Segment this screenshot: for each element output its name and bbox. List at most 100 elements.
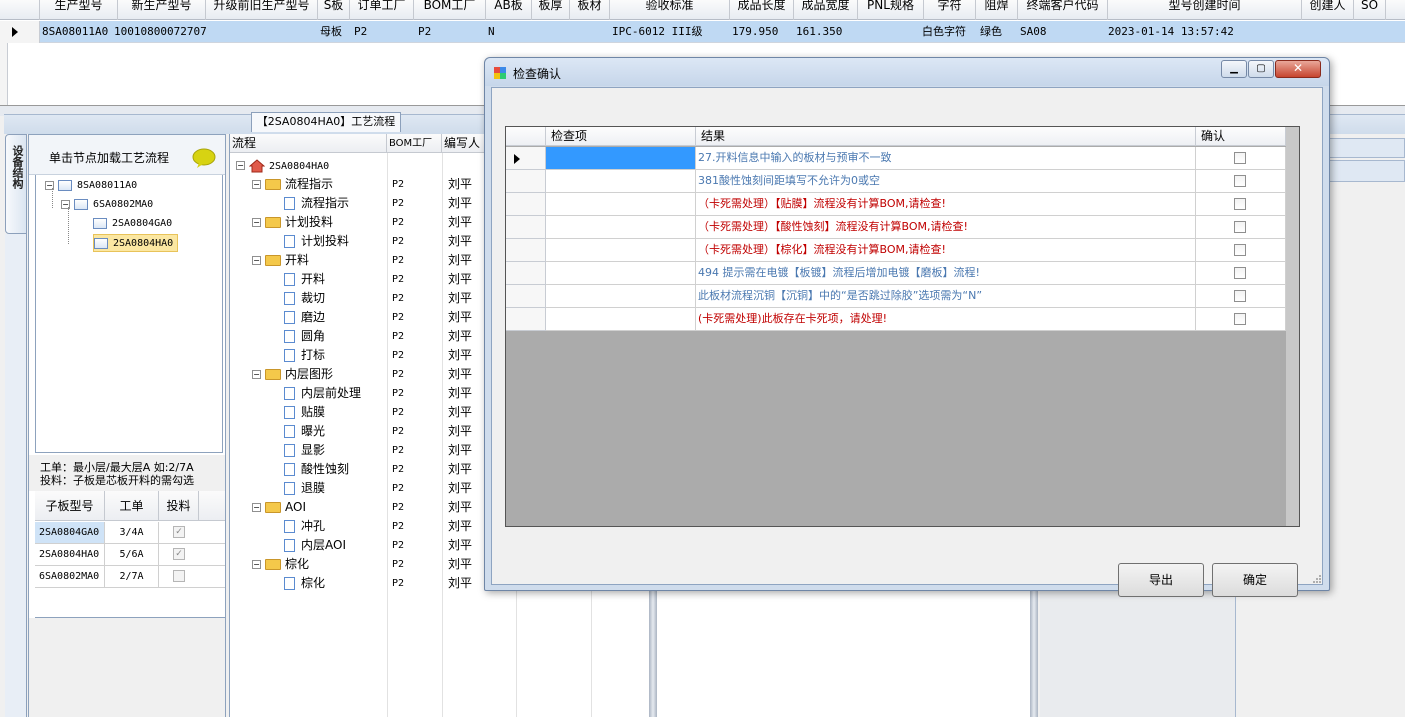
row-header[interactable]: [506, 147, 546, 170]
cell-writer[interactable]: 刘平: [448, 251, 472, 270]
tab-process-flow[interactable]: 【2SA0804HA0】工艺流程: [251, 112, 401, 132]
cell-check-item[interactable]: [546, 308, 696, 331]
cell-bom-factory[interactable]: P2: [392, 270, 404, 289]
process-node[interactable]: 贴膜: [284, 403, 325, 422]
cell-confirm[interactable]: [1196, 285, 1286, 308]
cell-confirm[interactable]: [1196, 147, 1286, 170]
col-header[interactable]: 升级前旧生产型号: [206, 0, 318, 20]
cell-sub-model[interactable]: 2SA0804GA0: [35, 522, 105, 543]
process-node[interactable]: − AOI: [252, 498, 306, 517]
feed-checkbox[interactable]: ✓: [173, 526, 185, 538]
cell-bom-factory[interactable]: P2: [392, 251, 404, 270]
process-node[interactable]: 内层AOI: [284, 536, 346, 555]
ok-button[interactable]: 确定: [1212, 563, 1298, 597]
cell-writer[interactable]: 刘平: [448, 422, 472, 441]
table-row[interactable]: 2SA0804HA0 5/6A ✓: [35, 544, 225, 566]
col-header[interactable]: S板: [318, 0, 350, 20]
cell-standard[interactable]: IPC-6012 III级: [610, 21, 730, 43]
cell-solder-mask[interactable]: 绿色: [978, 21, 1018, 43]
col-header[interactable]: 新生产型号: [118, 0, 206, 20]
cell-ab-board[interactable]: N: [486, 21, 532, 43]
col-header[interactable]: 验收标准: [610, 0, 730, 20]
cell-order-factory[interactable]: P2: [352, 21, 416, 43]
cell-writer[interactable]: 刘平: [448, 460, 472, 479]
cell-result[interactable]: （卡死需处理）【酸性蚀刻】流程没有计算BOM,请检查!: [696, 216, 1196, 239]
cell-bom-factory[interactable]: P2: [392, 460, 404, 479]
cell-check-item[interactable]: [546, 193, 696, 216]
row-header[interactable]: [506, 308, 546, 331]
row-header[interactable]: [506, 170, 546, 193]
confirm-checkbox[interactable]: [1234, 290, 1246, 302]
row-header[interactable]: [506, 262, 546, 285]
process-node[interactable]: − 计划投料: [252, 213, 333, 232]
collapse-icon[interactable]: −: [236, 161, 245, 170]
cell-sub-model[interactable]: 6SA0802MA0: [35, 566, 105, 587]
cell-writer[interactable]: 刘平: [448, 194, 472, 213]
process-node[interactable]: − 流程指示: [252, 175, 333, 194]
dialog-titlebar[interactable]: 检查确认 ▁ ▢ ✕: [485, 58, 1329, 86]
confirm-checkbox[interactable]: [1234, 198, 1246, 210]
cell-new-model[interactable]: 10010800072707: [112, 21, 206, 43]
process-node[interactable]: 打标: [284, 346, 325, 365]
cell-writer[interactable]: 刘平: [448, 175, 472, 194]
cell-order[interactable]: 5/6A: [105, 544, 159, 565]
cell-confirm[interactable]: [1196, 193, 1286, 216]
confirm-checkbox[interactable]: [1234, 221, 1246, 233]
col-header[interactable]: 成品宽度: [794, 0, 858, 20]
col-header[interactable]: 订单工厂: [350, 0, 414, 20]
col-header[interactable]: 生产型号: [40, 0, 118, 20]
col-header[interactable]: 阻焊: [976, 0, 1018, 20]
cell-confirm[interactable]: [1196, 262, 1286, 285]
cell-check-item[interactable]: [546, 170, 696, 193]
cell-character[interactable]: 白色字符: [920, 21, 978, 43]
col-header[interactable]: 终端客户代码: [1018, 0, 1108, 20]
cell-writer[interactable]: 刘平: [448, 308, 472, 327]
cell-order[interactable]: 2/7A: [105, 566, 159, 587]
cell-bom-factory[interactable]: P2: [392, 403, 404, 422]
close-button[interactable]: ✕: [1275, 60, 1321, 78]
cell-order[interactable]: 3/4A: [105, 522, 159, 543]
cell-bom-factory[interactable]: P2: [392, 213, 404, 232]
table-row[interactable]: 8SA08011A0 10010800072707 母板 P2 P2 N IPC…: [0, 21, 1405, 43]
row-header[interactable]: [506, 193, 546, 216]
col-header[interactable]: 投料: [159, 491, 199, 521]
col-header[interactable]: BOM工厂: [387, 134, 442, 153]
cell-writer[interactable]: 刘平: [448, 441, 472, 460]
table-row[interactable]: 6SA0802MA0 2/7A: [35, 566, 225, 588]
cell-result[interactable]: 494 提示需在电镀【板镀】流程后增加电镀【磨板】流程!: [696, 262, 1196, 285]
cell-writer[interactable]: 刘平: [448, 327, 472, 346]
process-node[interactable]: 开料: [284, 270, 325, 289]
cell-writer[interactable]: 刘平: [448, 289, 472, 308]
cell-bom-factory[interactable]: P2: [392, 289, 404, 308]
process-node[interactable]: 流程指示: [284, 194, 349, 213]
table-row[interactable]: 2SA0804GA0 3/4A ✓: [35, 522, 225, 544]
cell-confirm[interactable]: [1196, 170, 1286, 193]
cell-writer[interactable]: 刘平: [448, 479, 472, 498]
cell-writer[interactable]: 刘平: [448, 232, 472, 251]
confirm-checkbox[interactable]: [1234, 313, 1246, 325]
collapse-icon[interactable]: −: [252, 218, 261, 227]
cell-bom-factory[interactable]: P2: [392, 441, 404, 460]
cell-writer[interactable]: 刘平: [448, 555, 472, 574]
cell-writer[interactable]: 刘平: [448, 574, 472, 593]
col-header[interactable]: 板材: [570, 0, 610, 20]
table-row[interactable]: 494 提示需在电镀【板镀】流程后增加电镀【磨板】流程!: [506, 262, 1286, 285]
cell-bom-factory[interactable]: P2: [392, 574, 404, 593]
col-header[interactable]: 成品长度: [730, 0, 794, 20]
cell-bom-factory[interactable]: P2: [392, 308, 404, 327]
cell-check-item[interactable]: [546, 239, 696, 262]
col-header[interactable]: 字符: [924, 0, 976, 20]
table-row[interactable]: （卡死需处理）【贴膜】流程没有计算BOM,请检查!: [506, 193, 1286, 216]
cell-result[interactable]: 381酸性蚀刻间距填写不允许为0或空: [696, 170, 1196, 193]
cell-writer[interactable]: 刘平: [448, 403, 472, 422]
process-node[interactable]: 内层前处理: [284, 384, 361, 403]
col-header[interactable]: 结果: [696, 127, 1196, 146]
cell-created-time[interactable]: 2023-01-14 13:57:42: [1106, 21, 1302, 43]
cell-result[interactable]: (卡死需处理)此板存在卡死项，请处理!: [696, 308, 1196, 331]
cell-writer[interactable]: 刘平: [448, 270, 472, 289]
table-row[interactable]: （卡死需处理）【棕化】流程没有计算BOM,请检查!: [506, 239, 1286, 262]
cell-confirm[interactable]: [1196, 239, 1286, 262]
cell-length[interactable]: 179.950: [730, 21, 794, 43]
cell-bom-factory[interactable]: P2: [392, 555, 404, 574]
cell-bom-factory[interactable]: P2: [392, 498, 404, 517]
